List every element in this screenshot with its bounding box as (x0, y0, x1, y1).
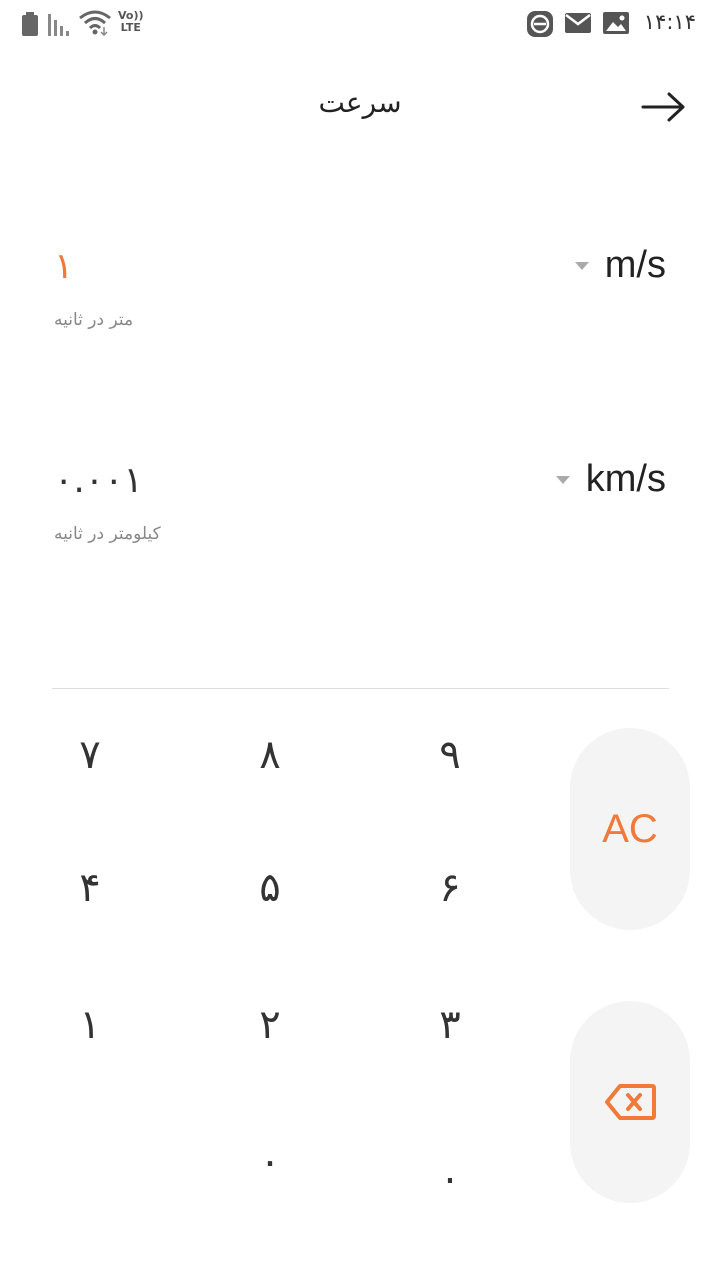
image-icon (603, 12, 629, 34)
backspace-button[interactable] (570, 1001, 690, 1203)
volte-indicator: Vo)) LTE (118, 10, 144, 34)
signal-icon (48, 14, 69, 36)
back-button[interactable] (638, 86, 690, 128)
battery-icon (22, 12, 38, 36)
unit-symbol: m/s (604, 244, 666, 286)
key-9[interactable]: ۹ (390, 705, 510, 805)
divider (52, 688, 669, 689)
page-title: سرعت (318, 86, 402, 119)
status-bar: Vo)) LTE ۱۴:۱۴ (0, 0, 720, 50)
arrow-right-icon (641, 92, 685, 122)
key-8[interactable]: ۸ (210, 705, 330, 805)
mail-icon (565, 13, 591, 33)
key-2[interactable]: ۲ (210, 975, 330, 1075)
key-5[interactable]: ۵ (210, 838, 330, 938)
key-6[interactable]: ۶ (390, 838, 510, 938)
unit-value-output[interactable]: ۰.۰۰۱ (54, 460, 143, 501)
clock-time: ۱۴:۱۴ (643, 10, 696, 34)
clear-all-label: AC (602, 806, 658, 851)
unit-symbol: km/s (585, 458, 666, 500)
unit-description: متر در ثانیه (54, 310, 134, 330)
wifi-icon (79, 10, 111, 36)
dropdown-caret-icon (555, 475, 570, 484)
clear-all-button[interactable]: AC (570, 728, 690, 930)
unit-description: کیلومتر در ثانیه (54, 524, 161, 544)
unit-value-input[interactable]: ۱ (54, 246, 73, 287)
key-0[interactable]: ۰ (210, 1112, 330, 1212)
key-7[interactable]: ۷ (30, 705, 150, 805)
backspace-icon (605, 1084, 656, 1120)
app-notification-icon (527, 11, 553, 37)
dropdown-caret-icon (574, 261, 589, 270)
volte-bottom-label: LTE (120, 21, 141, 34)
key-4[interactable]: ۴ (30, 838, 150, 938)
key-3[interactable]: ۳ (390, 975, 510, 1075)
key-1[interactable]: ۱ (30, 975, 150, 1075)
unit-selector-from[interactable]: m/s (574, 244, 666, 287)
unit-selector-to[interactable]: km/s (555, 458, 666, 501)
key-decimal[interactable]: . (390, 1120, 510, 1220)
